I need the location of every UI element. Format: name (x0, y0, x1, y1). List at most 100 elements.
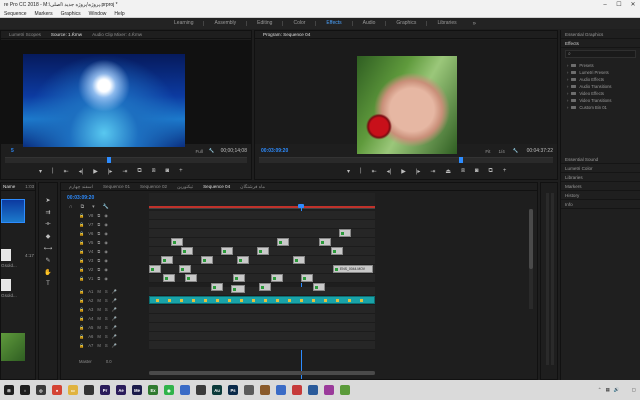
keyframe-icon[interactable] (288, 299, 291, 302)
video-clip[interactable] (211, 283, 223, 291)
video-clip[interactable] (185, 274, 197, 282)
menu-markers[interactable]: Markers (35, 10, 53, 17)
workspace-editing[interactable]: Editing (247, 18, 282, 29)
snap-icon[interactable]: ∩ (69, 204, 73, 210)
menu-window[interactable]: Window (89, 10, 107, 17)
workspace-graphics[interactable]: Graphics (386, 18, 426, 29)
tab-sequence[interactable]: اسفند چهارم (69, 184, 93, 190)
wrench-icon[interactable]: 🔧 (513, 148, 519, 154)
mic-icon[interactable]: 🎤 (112, 307, 117, 313)
video-clip[interactable] (163, 274, 175, 282)
sync-lock-icon[interactable]: ⧉ (97, 213, 100, 218)
video-clip[interactable] (149, 265, 161, 273)
solo-button[interactable]: S (105, 289, 108, 294)
audio-track-lane[interactable] (149, 341, 375, 350)
keyframe-icon[interactable] (300, 299, 303, 302)
whatsapp-icon[interactable]: ◉ (164, 385, 174, 395)
video-clip[interactable] (271, 274, 283, 282)
add-button-icon[interactable]: + (179, 168, 183, 175)
panel-essential-graphics[interactable]: Essential Graphics (561, 30, 640, 39)
eye-icon[interactable]: ◉ (104, 240, 108, 245)
keyframe-icon[interactable] (180, 299, 183, 302)
sync-lock-icon[interactable]: ⧉ (97, 276, 100, 281)
lift-icon[interactable]: ⏏ (445, 168, 451, 175)
ripple-edit-icon[interactable]: ⟛ (45, 221, 50, 228)
video-track-lane[interactable] (149, 256, 375, 265)
add-button-icon[interactable]: + (503, 168, 507, 175)
compare-icon[interactable]: ⧉ (489, 168, 493, 175)
eye-icon[interactable]: ◉ (104, 231, 108, 236)
play-icon[interactable]: ▶ (93, 168, 98, 175)
panel-markers[interactable]: Markers (561, 182, 640, 191)
audio-clip[interactable] (149, 296, 375, 304)
sync-lock-icon[interactable]: ⧉ (97, 258, 100, 263)
panel-libraries[interactable]: Libraries (561, 173, 640, 182)
timeline-vertical-scrollbar[interactable] (529, 209, 533, 309)
source-playhead[interactable] (107, 157, 111, 163)
extract-icon[interactable]: ⧈ (461, 168, 465, 175)
mark-in-icon[interactable]: ▾ (347, 168, 350, 175)
go-to-out-icon[interactable]: ⇥ (122, 168, 127, 175)
timeline-horizontal-scrollbar[interactable] (149, 371, 375, 375)
mic-icon[interactable]: 🎤 (112, 343, 117, 349)
tab-sequence[interactable]: ماه فرشتگان (240, 184, 265, 190)
lock-icon[interactable]: 🔒 (79, 231, 84, 237)
lock-icon[interactable]: 🔒 (79, 213, 84, 219)
file-icon[interactable] (1, 279, 11, 291)
video-clip[interactable] (233, 274, 245, 282)
tab-sequence[interactable]: Sequence 02 (140, 184, 167, 189)
source-timecode-left[interactable]: 5 (11, 148, 14, 154)
go-to-out-icon[interactable]: ⇥ (430, 168, 435, 175)
workspace-libraries[interactable]: Libraries (427, 18, 466, 29)
lock-icon[interactable]: 🔒 (79, 298, 84, 304)
video-clip[interactable] (161, 256, 173, 264)
mute-button[interactable]: M (97, 316, 101, 321)
workspace-assembly[interactable]: Assembly (204, 18, 246, 29)
wrench-icon[interactable]: 🔧 (209, 148, 215, 154)
go-to-in-icon[interactable]: ⇤ (372, 168, 377, 175)
program-scrub-bar[interactable] (259, 157, 553, 163)
app-icon-11[interactable] (340, 385, 350, 395)
hand-tool-icon[interactable]: ✋ (44, 269, 51, 276)
settings-icon[interactable]: 🔧 (103, 204, 109, 210)
keyframe-icon[interactable] (348, 299, 351, 302)
keyframe-icon[interactable] (240, 299, 243, 302)
solo-button[interactable]: S (105, 343, 108, 348)
tab-sequence[interactable]: Sequence 01 (103, 184, 130, 189)
scroll-thumb[interactable] (529, 209, 533, 269)
video-clip[interactable] (181, 247, 193, 255)
video-clip[interactable] (237, 256, 249, 264)
file-explorer-icon[interactable]: ▭ (68, 385, 78, 395)
mute-button[interactable]: M (97, 289, 101, 294)
sync-lock-icon[interactable]: ⧉ (97, 222, 100, 227)
add-marker-icon[interactable]: ▾ (92, 204, 95, 210)
lock-icon[interactable]: 🔒 (79, 343, 84, 349)
mark-out-icon[interactable]: | (360, 168, 362, 175)
razor-icon[interactable]: ◆ (46, 233, 51, 240)
effects-folder-video-effects[interactable]: › Video Effects (567, 90, 640, 97)
video-clip[interactable] (319, 238, 331, 246)
mark-in-icon[interactable]: ▾ (39, 168, 42, 175)
app-icon-8[interactable] (292, 385, 302, 395)
audio-track-lane[interactable] (149, 323, 375, 332)
lock-icon[interactable]: 🔒 (79, 334, 84, 340)
app-icon-2[interactable]: Ex (148, 385, 158, 395)
keyframe-icon[interactable] (204, 299, 207, 302)
effects-folder-video-transitions[interactable]: › Video Transitions (567, 97, 640, 104)
workspace-color[interactable]: Color (283, 18, 315, 29)
video-clip[interactable] (277, 238, 289, 246)
file-icon[interactable] (1, 249, 11, 261)
workspace-learning[interactable]: Learning (164, 18, 203, 29)
project-thumb-night-sky[interactable] (1, 199, 25, 223)
keyframe-icon[interactable] (324, 299, 327, 302)
lock-icon[interactable]: 🔒 (79, 222, 84, 228)
lock-icon[interactable]: 🔒 (79, 307, 84, 313)
keyframe-icon[interactable] (216, 299, 219, 302)
lock-icon[interactable]: 🔒 (79, 240, 84, 246)
video-clip-ens-0044[interactable]: ENS_0044.MOV (333, 265, 373, 273)
effects-folder-audio-transitions[interactable]: › Audio Transitions (567, 83, 640, 90)
step-back-icon[interactable]: ◂| (79, 168, 84, 175)
pen-tool-icon[interactable]: ✎ (45, 257, 50, 264)
tab-program[interactable]: Program: Sequence 04 (263, 32, 310, 37)
video-clip[interactable] (339, 229, 351, 237)
